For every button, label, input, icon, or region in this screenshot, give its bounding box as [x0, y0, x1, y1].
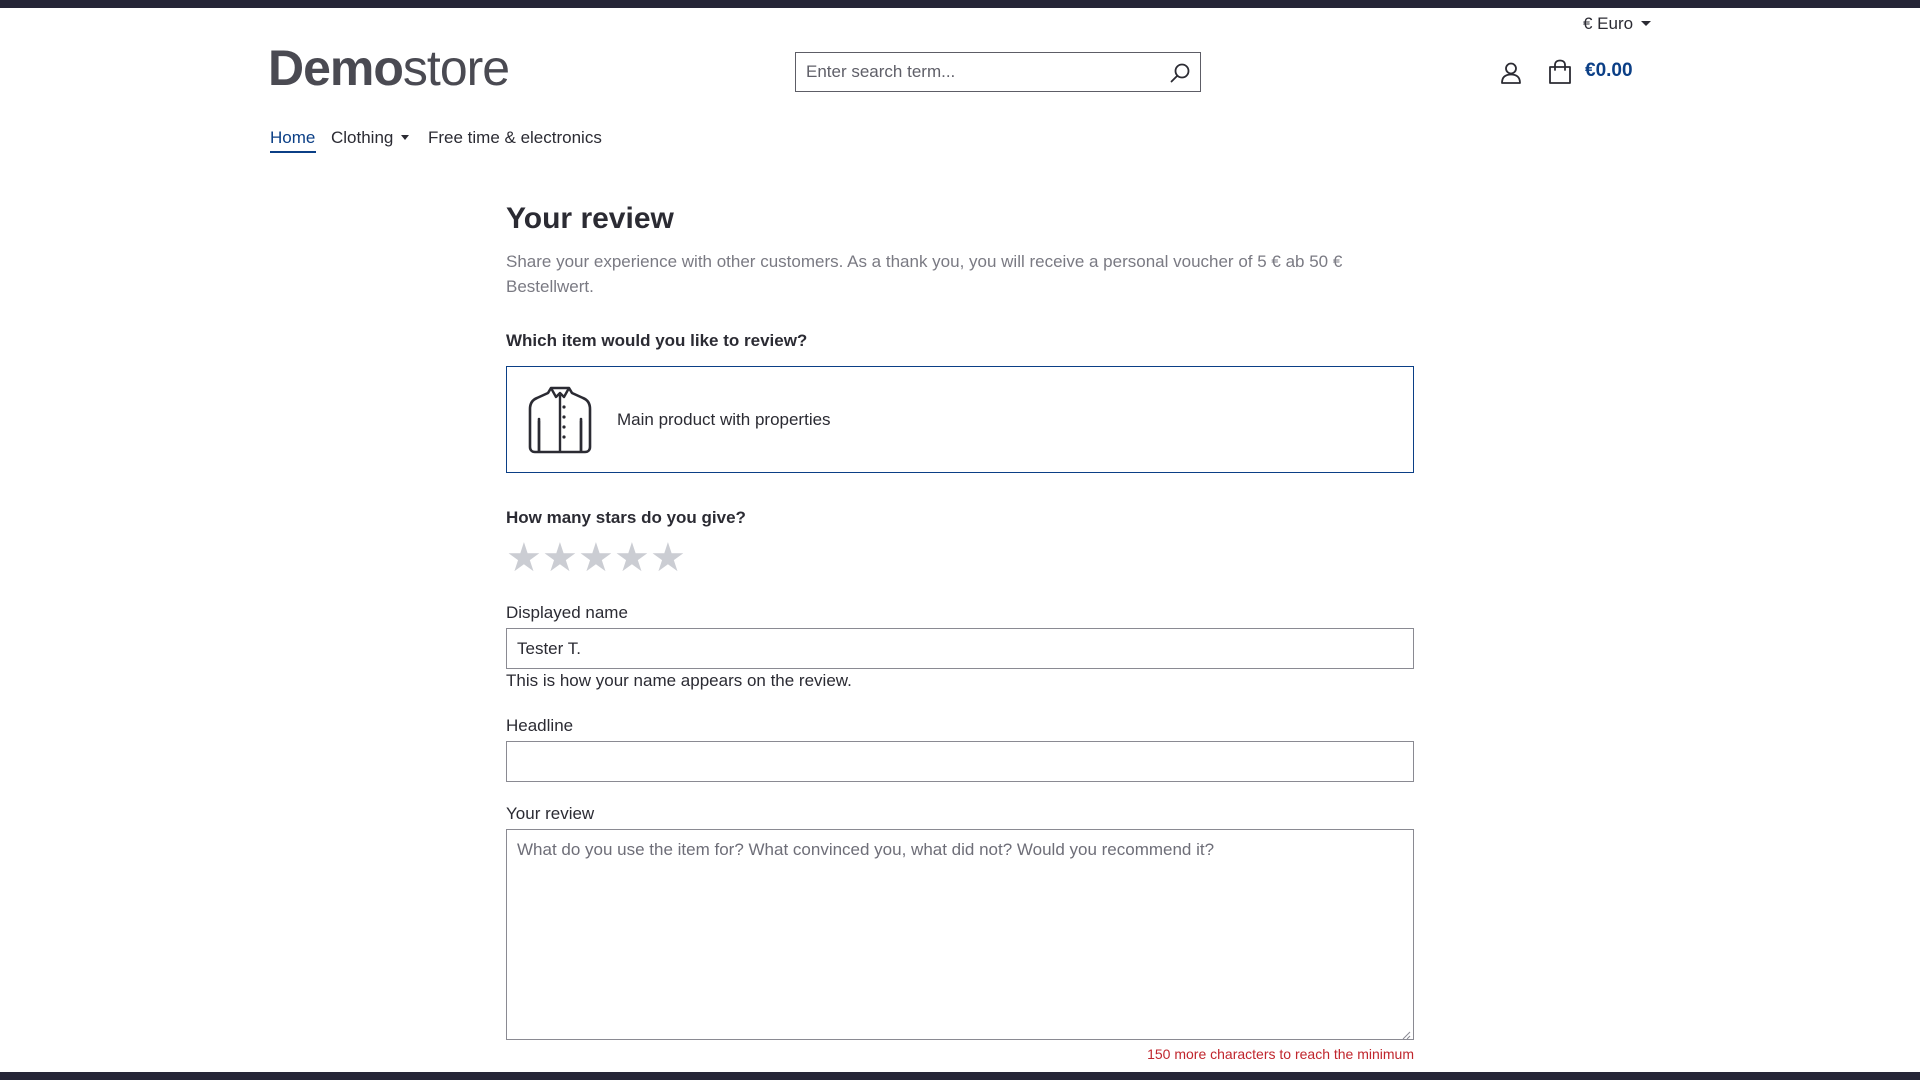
product-name: Main product with properties — [617, 410, 831, 429]
search-input[interactable] — [796, 53, 1156, 91]
review-intro-text: Share your experience with other custome… — [506, 252, 1343, 296]
search-icon[interactable] — [1168, 61, 1192, 85]
nav-item-clothing-label: Clothing — [331, 128, 394, 147]
nav-item-free-time-electronics[interactable]: Free time & electronics — [428, 128, 602, 148]
product-option-selected[interactable]: Main product with properties — [506, 366, 1414, 473]
headline-field — [506, 741, 1417, 782]
displayed-name-field — [506, 628, 1417, 669]
page-title: Your review — [506, 202, 674, 235]
star-icon[interactable]: ★ — [506, 538, 542, 578]
character-counter: 150 more characters to reach the minimum — [1147, 1046, 1414, 1062]
headline-label: Headline — [506, 716, 574, 735]
headline-input[interactable] — [507, 742, 1417, 781]
displayed-name-input[interactable] — [507, 629, 1417, 668]
star-icon[interactable]: ★ — [578, 538, 614, 578]
nav-item-home[interactable]: Home — [270, 128, 315, 148]
displayed-name-label: Displayed name — [506, 603, 628, 622]
star-icon[interactable]: ★ — [542, 538, 578, 578]
currency-selector[interactable]: € Euro — [1583, 14, 1652, 34]
item-question-label: Which item would you like to review? — [506, 331, 808, 350]
review-textarea[interactable] — [507, 830, 1413, 1039]
store-logo[interactable]: Demostore — [268, 40, 510, 96]
nav-active-indicator — [270, 151, 316, 153]
displayed-name-help: This is how your name appears on the rev… — [506, 671, 852, 690]
cart-total[interactable]: €0.00 — [1585, 60, 1633, 82]
review-textarea-wrapper — [506, 829, 1414, 1040]
resize-handle-icon[interactable] — [1401, 1027, 1411, 1040]
star-icon[interactable]: ★ — [614, 538, 650, 578]
chevron-down-icon — [401, 135, 410, 140]
star-icon[interactable]: ★ — [650, 538, 686, 578]
nav-item-clothing[interactable]: Clothing — [331, 128, 410, 148]
review-text-label: Your review — [506, 804, 595, 823]
jacket-icon — [525, 383, 595, 457]
top-frame-bar — [0, 0, 1920, 8]
user-icon[interactable] — [1498, 60, 1524, 86]
chevron-down-icon — [1641, 21, 1652, 26]
bottom-frame-bar — [0, 1072, 1920, 1080]
stars-question-label: How many stars do you give? — [506, 508, 746, 527]
currency-label: € Euro — [1583, 14, 1634, 33]
logo-bold-text: Demo — [268, 40, 404, 96]
logo-light-text: store — [402, 40, 510, 96]
search-bar — [795, 52, 1201, 92]
shopping-bag-icon[interactable] — [1546, 58, 1574, 86]
